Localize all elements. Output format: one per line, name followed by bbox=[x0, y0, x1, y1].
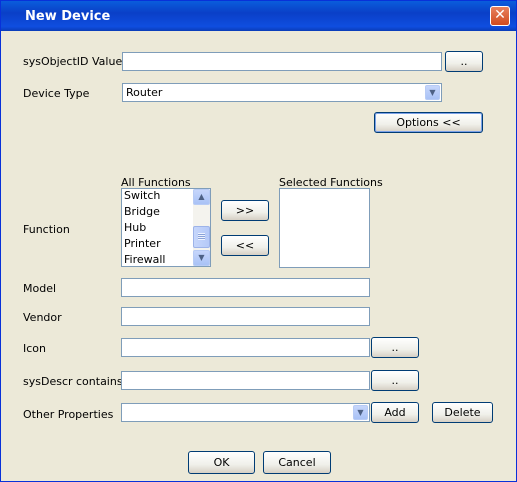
device-type-select[interactable]: Router ▼ bbox=[122, 83, 442, 102]
vendor-input[interactable] bbox=[121, 307, 370, 326]
options-button[interactable]: Options << bbox=[374, 112, 483, 133]
sysobjectid-input[interactable] bbox=[122, 52, 442, 71]
dialog-title: New Device bbox=[25, 9, 111, 24]
scroll-up-icon[interactable]: ▲ bbox=[193, 189, 210, 205]
sysobjectid-browse-button[interactable]: .. bbox=[445, 51, 483, 72]
sysdescr-browse-button[interactable]: .. bbox=[371, 370, 419, 391]
add-property-button[interactable]: Add bbox=[371, 402, 419, 423]
sysobjectid-label: sysObjectID Value bbox=[23, 55, 123, 68]
device-type-label: Device Type bbox=[23, 87, 90, 100]
cancel-button[interactable]: Cancel bbox=[263, 451, 331, 474]
vendor-label: Vendor bbox=[23, 311, 62, 324]
scrollbar-thumb[interactable] bbox=[193, 226, 210, 248]
list-item[interactable]: Bridge bbox=[124, 205, 160, 218]
list-item[interactable]: Firewall bbox=[124, 253, 165, 266]
list-item[interactable]: Printer bbox=[124, 237, 161, 250]
icon-browse-button[interactable]: .. bbox=[371, 337, 419, 358]
delete-property-button[interactable]: Delete bbox=[432, 402, 493, 423]
selected-functions-list[interactable] bbox=[279, 188, 370, 268]
scroll-down-icon[interactable]: ▼ bbox=[193, 250, 210, 266]
remove-function-button[interactable]: << bbox=[221, 235, 269, 256]
function-label: Function bbox=[23, 223, 70, 236]
sysdescr-input[interactable] bbox=[121, 371, 370, 390]
icon-input[interactable] bbox=[121, 338, 370, 357]
other-properties-select[interactable]: ▼ bbox=[121, 403, 370, 422]
chevron-down-icon[interactable]: ▼ bbox=[425, 85, 440, 100]
new-device-dialog: New Device ✕ sysObjectID Value .. Device… bbox=[0, 0, 517, 482]
chevron-down-icon[interactable]: ▼ bbox=[353, 405, 368, 420]
close-icon[interactable]: ✕ bbox=[490, 6, 510, 26]
list-item[interactable]: Switch bbox=[124, 189, 160, 202]
functions-scrollbar[interactable]: ▲ ▼ bbox=[193, 189, 210, 266]
sysdescr-label: sysDescr contains bbox=[23, 375, 123, 388]
device-type-value: Router bbox=[126, 86, 163, 99]
all-functions-list[interactable]: Switch Bridge Hub Printer Firewall ▲ ▼ bbox=[121, 188, 211, 267]
model-label: Model bbox=[23, 282, 57, 295]
add-function-button[interactable]: >> bbox=[221, 200, 269, 221]
title-bar[interactable]: New Device ✕ bbox=[1, 1, 516, 31]
model-input[interactable] bbox=[121, 278, 370, 297]
other-properties-label: Other Properties bbox=[23, 408, 114, 421]
icon-label: Icon bbox=[23, 342, 46, 355]
ok-button[interactable]: OK bbox=[188, 451, 255, 474]
list-item[interactable]: Hub bbox=[124, 221, 146, 234]
